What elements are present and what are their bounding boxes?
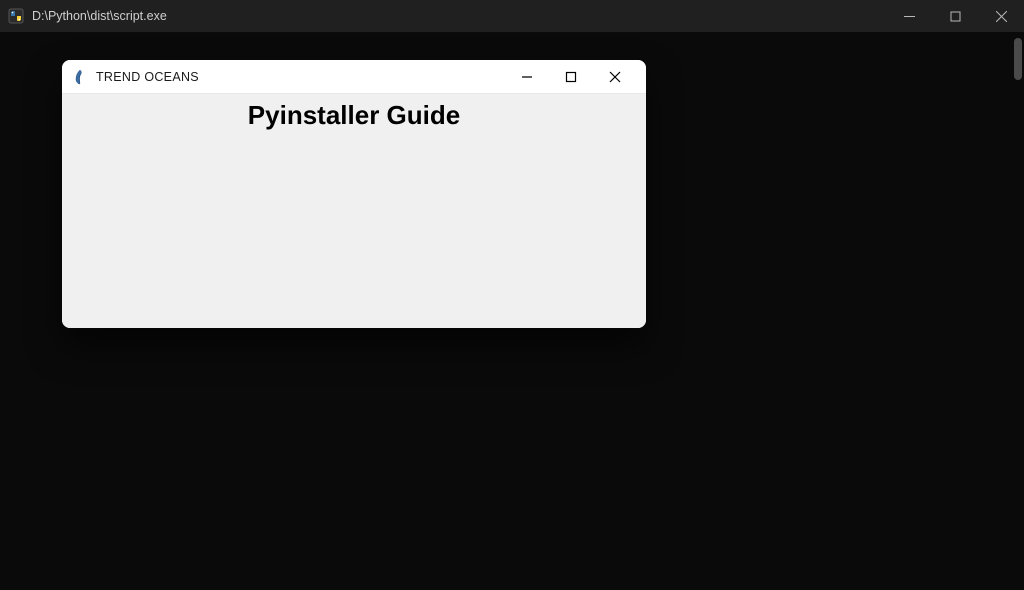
console-title: D:\Python\dist\script.exe: [32, 9, 167, 23]
console-title-group: D:\Python\dist\script.exe: [8, 8, 167, 24]
console-titlebar[interactable]: D:\Python\dist\script.exe: [0, 0, 1024, 32]
tkinter-window-controls: [514, 64, 640, 90]
tkinter-title-group: TREND OCEANS: [72, 69, 199, 85]
tkinter-window: TREND OCEANS Pyinstaller Guide: [62, 60, 646, 328]
maximize-button[interactable]: [932, 0, 978, 32]
tk-feather-icon: [72, 69, 88, 85]
console-window-controls: [886, 0, 1024, 32]
console-window: D:\Python\dist\script.exe: [0, 0, 1024, 590]
tk-maximize-button[interactable]: [558, 64, 584, 90]
tkinter-body: Pyinstaller Guide: [62, 94, 646, 328]
scrollbar-thumb[interactable]: [1014, 38, 1022, 80]
tkinter-titlebar[interactable]: TREND OCEANS: [62, 60, 646, 94]
tk-close-button[interactable]: [602, 64, 628, 90]
tkinter-title: TREND OCEANS: [96, 70, 199, 84]
app-heading: Pyinstaller Guide: [62, 100, 646, 131]
tk-minimize-button[interactable]: [514, 64, 540, 90]
console-body: TREND OCEANS Pyinstaller Guide: [0, 32, 1024, 590]
app-icon: [8, 8, 24, 24]
close-button[interactable]: [978, 0, 1024, 32]
minimize-button[interactable]: [886, 0, 932, 32]
